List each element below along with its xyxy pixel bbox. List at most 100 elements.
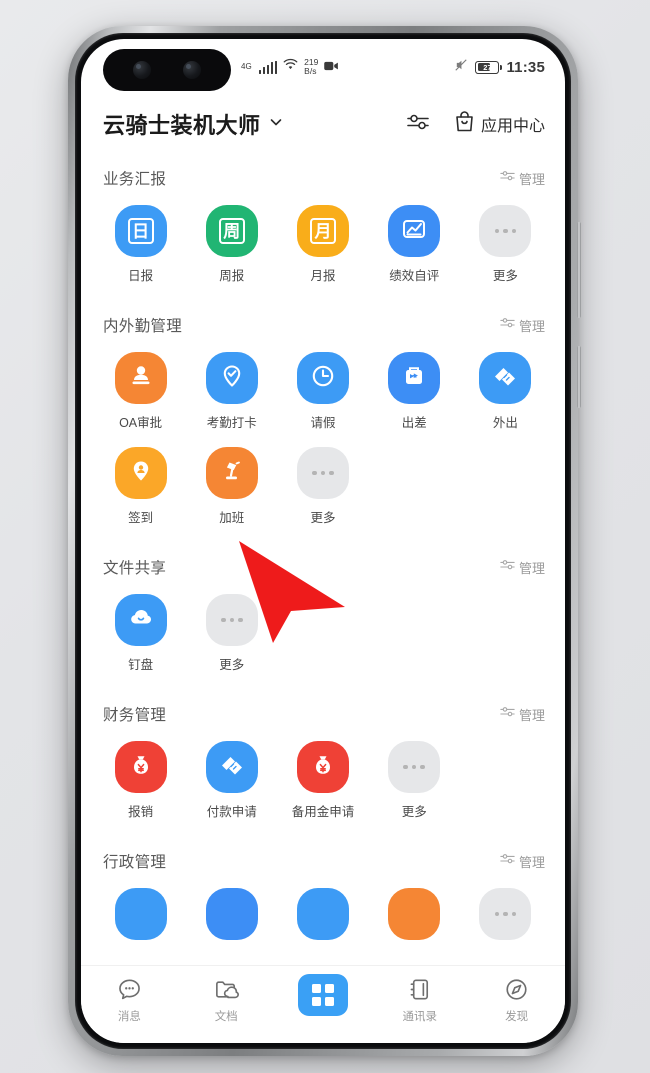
camera-lens-icon	[183, 61, 201, 79]
app-item[interactable]	[369, 882, 460, 956]
section-header: 财务管理 管理	[81, 691, 565, 727]
tab-item-文档[interactable]: 文档	[178, 974, 275, 1024]
app-item[interactable]: 考勤打卡	[186, 346, 277, 439]
mute-icon	[454, 58, 468, 77]
app-label: 更多	[401, 805, 427, 819]
workbench-content[interactable]: 业务汇报 管理 日 日报周 周报月 月报 绩效自评 更多 内外勤管理 管理 OA…	[81, 153, 565, 965]
app-item[interactable]: 日 日报	[95, 199, 186, 292]
clock-icon	[308, 361, 338, 396]
volume-button[interactable]	[577, 222, 581, 318]
section-1: 业务汇报 管理 日 日报周 周报月 月报 绩效自评 更多	[81, 153, 565, 300]
chat-bubble-icon	[116, 974, 143, 1004]
tab-item-消息[interactable]: 消息	[81, 974, 178, 1024]
signal-icon	[258, 60, 278, 74]
app-item[interactable]: 加班	[186, 441, 277, 534]
app-icon-tile	[479, 888, 532, 940]
chart-growth-icon	[399, 214, 429, 249]
manage-button[interactable]: 管理	[500, 558, 545, 577]
manage-button[interactable]: 管理	[500, 705, 545, 724]
shopping-bag-icon	[454, 110, 475, 138]
sliders-icon	[500, 169, 515, 187]
chevron-down-icon	[268, 114, 284, 135]
app-item[interactable]: 请假	[277, 346, 368, 439]
page-title: 云骑士装机大师	[103, 113, 261, 138]
app-label: 更多	[219, 658, 245, 672]
app-item[interactable]	[460, 882, 551, 956]
app-item[interactable]: 更多	[186, 588, 277, 681]
network-speed-icon: 219 B/s	[304, 58, 318, 76]
app-icon-tile	[205, 888, 258, 940]
app-item[interactable]	[186, 882, 277, 956]
manage-button[interactable]: 管理	[500, 316, 545, 335]
app-item[interactable]: 出差	[369, 346, 460, 439]
section-title: 财务管理	[103, 707, 167, 724]
app-center-label: 应用中心	[480, 118, 545, 135]
section-4: 财务管理 管理 报销 付款申请 备用金申请 更多	[81, 689, 565, 836]
video-recording-icon	[324, 58, 339, 76]
power-button[interactable]	[577, 346, 581, 408]
app-center-button[interactable]: 应用中心	[454, 110, 545, 138]
app-icon-tile	[388, 741, 441, 793]
camera-cutout	[103, 49, 231, 91]
app-label: 加班	[219, 511, 245, 525]
app-item[interactable]: 付款申请	[186, 735, 277, 828]
app-grid: 钉盘 更多	[81, 580, 565, 685]
app-item[interactable]: 更多	[369, 735, 460, 828]
app-label: 报销	[128, 805, 154, 819]
manage-button[interactable]: 管理	[500, 169, 545, 188]
section-title: 行政管理	[103, 854, 167, 871]
app-icon-tile	[205, 594, 258, 646]
ellipsis-icon	[221, 617, 243, 623]
app-item[interactable]: 外出	[460, 346, 551, 439]
app-icon-tile	[296, 888, 349, 940]
calendar-month-icon: 月	[309, 218, 336, 244]
app-item[interactable]: OA审批	[95, 346, 186, 439]
tab-item-发现[interactable]: 发现	[468, 974, 565, 1024]
app-icon-tile	[114, 594, 167, 646]
app-item[interactable]: 报销	[95, 735, 186, 828]
location-person-icon	[126, 456, 156, 491]
app-icon-tile	[114, 741, 167, 793]
app-icon-tile	[388, 352, 441, 404]
contacts-book-icon	[406, 974, 433, 1004]
ellipsis-icon	[494, 911, 517, 917]
tab-label: 消息	[117, 1011, 141, 1023]
app-icon-tile	[479, 205, 532, 257]
app-label: 更多	[310, 511, 336, 525]
sliders-icon	[500, 558, 515, 576]
app-item[interactable]: 周 周报	[186, 199, 277, 292]
section-header: 文件共享 管理	[81, 544, 565, 580]
app-item[interactable]: 签到	[95, 441, 186, 534]
app-label: 考勤打卡	[206, 416, 257, 430]
app-item[interactable]: 钉盘	[95, 588, 186, 681]
section-5: 行政管理 管理	[81, 836, 565, 964]
app-icon-tile	[114, 352, 167, 404]
app-item[interactable]: 备用金申请	[277, 735, 368, 828]
app-header: 云骑士装机大师 应用中心	[81, 95, 565, 153]
tab-label: 文档	[214, 1011, 238, 1023]
sliders-icon[interactable]	[406, 112, 430, 137]
app-label: 绩效自评	[389, 269, 440, 283]
handshake-icon	[490, 361, 520, 396]
app-item[interactable]: 绩效自评	[369, 199, 460, 292]
money-bag-icon	[308, 750, 338, 785]
app-item[interactable]: 更多	[277, 441, 368, 534]
status-bar-right: 27 11:35	[454, 58, 545, 77]
tab-item-workbench[interactable]	[275, 974, 372, 1020]
app-icon-tile	[388, 205, 441, 257]
app-icon-3	[308, 897, 338, 932]
cloud-disk-icon	[126, 603, 156, 638]
manage-button[interactable]: 管理	[500, 852, 545, 871]
phone-screen: 4G 219 B/s 27 11:35 云骑士装机大师 应用中心 业务汇报 管理…	[81, 39, 565, 1043]
compass-icon	[503, 974, 530, 1004]
app-label: 请假	[310, 416, 336, 430]
org-switcher[interactable]: 云骑士装机大师	[103, 108, 284, 140]
app-item[interactable]: 月 月报	[277, 199, 368, 292]
manage-label: 管理	[518, 318, 545, 334]
app-item[interactable]	[95, 882, 186, 956]
app-item[interactable]	[277, 882, 368, 956]
app-icon-tile: 日	[114, 205, 167, 257]
tab-item-通讯录[interactable]: 通讯录	[371, 974, 468, 1024]
app-item[interactable]: 更多	[460, 199, 551, 292]
header-actions: 应用中心	[406, 110, 545, 138]
